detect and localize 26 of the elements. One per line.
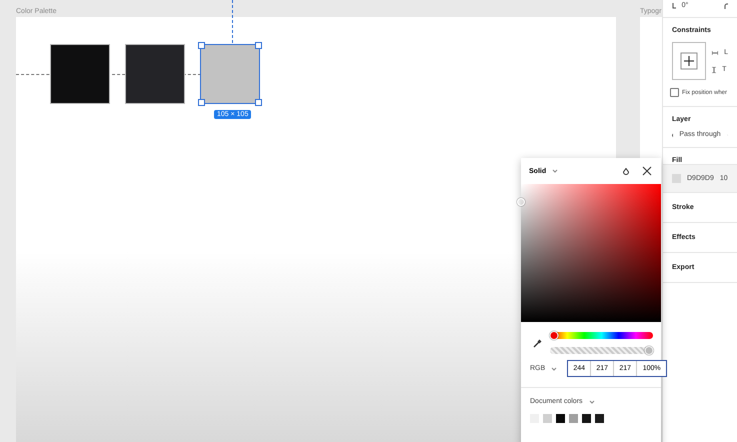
horizontal-arrows-icon	[712, 50, 718, 54]
document-color-swatch[interactable]	[582, 414, 591, 423]
selection-handle[interactable]	[198, 42, 205, 49]
color-swatch[interactable]	[50, 44, 110, 104]
document-color-swatch[interactable]	[569, 414, 578, 423]
document-color-swatch[interactable]	[543, 414, 552, 423]
fill-swatch[interactable]	[672, 174, 681, 183]
color-swatch[interactable]	[125, 44, 185, 104]
plus-icon	[680, 52, 698, 70]
angle-icon	[672, 2, 676, 8]
hue-slider[interactable]	[550, 332, 653, 339]
opacity-thumb[interactable]	[644, 346, 654, 355]
selection-handle[interactable]	[255, 42, 262, 49]
checkbox[interactable]	[670, 88, 679, 97]
selection-handle[interactable]	[198, 99, 205, 106]
hue-thumb[interactable]	[550, 331, 558, 340]
document-color-swatch[interactable]	[556, 414, 565, 423]
opacity-slider[interactable]	[550, 347, 653, 354]
document-color-swatch[interactable]	[595, 414, 604, 423]
vertical-bar-icon	[712, 66, 716, 72]
selection-handle[interactable]	[255, 99, 262, 106]
color-thumb[interactable]	[517, 198, 525, 206]
eyedropper-icon[interactable]	[533, 338, 542, 348]
close-icon[interactable]	[641, 165, 653, 177]
constraints-widget[interactable]	[672, 42, 706, 80]
corner-radius-icon	[724, 2, 728, 8]
